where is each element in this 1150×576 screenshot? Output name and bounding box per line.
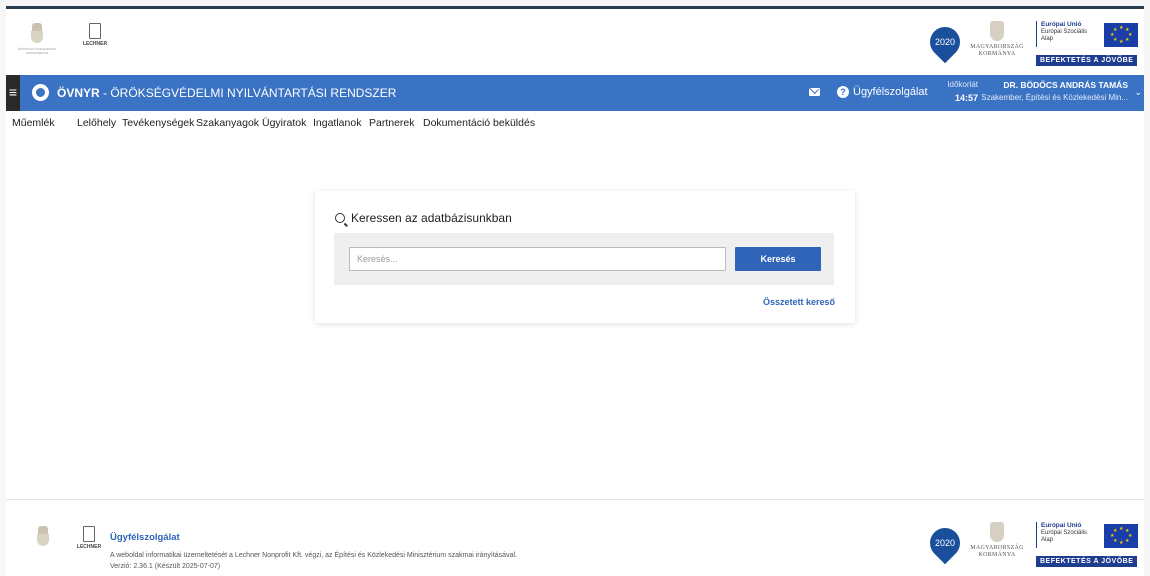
footer-version: Verzió: 2.36.1 (Készült 2025-07-07) bbox=[110, 563, 221, 570]
program-2020-text: 2020 bbox=[934, 37, 956, 47]
ministry-caption: ÉPÍTÉSI ÉS KÖZLEKEDÉSI MINISZTÉRIUM bbox=[17, 47, 56, 55]
footer-eu-fund-1: Európai Szociális bbox=[1041, 530, 1088, 536]
footer-invest-badge: BEFEKTETÉS A JÖVŐBE bbox=[1036, 556, 1138, 567]
nav-item-muemlek[interactable]: Műemlék bbox=[12, 117, 55, 129]
nav-item-partnerek[interactable]: Partnerek bbox=[369, 117, 415, 129]
footer-eu-text-block: Európai Unió Európai Szociális Alap bbox=[1036, 522, 1087, 548]
footer-lechner-text: LECHNER bbox=[76, 544, 102, 550]
ministry-crest-icon bbox=[30, 23, 44, 45]
app-frame: ÉPÍTÉSI ÉS KÖZLEKEDÉSI MINISZTÉRIUM LECH… bbox=[6, 6, 1144, 576]
user-menu[interactable]: DR. BÖDŐCS ANDRÁS TAMÁS Szakember, Építé… bbox=[968, 80, 1128, 102]
government-line-2: KORMÁNYA bbox=[978, 51, 1016, 57]
lechner-doc-icon bbox=[89, 23, 101, 39]
mail-icon[interactable] bbox=[809, 88, 820, 96]
nav-item-tevekenysegek[interactable]: Tevékenységek bbox=[122, 117, 194, 129]
eu-fund-2: Alap bbox=[1041, 36, 1054, 42]
search-icon bbox=[335, 213, 345, 223]
hungary-crest-icon bbox=[990, 21, 1004, 41]
footer-support-title[interactable]: Ügyfélszolgálat bbox=[110, 532, 180, 543]
footer-ministry-crest-icon bbox=[36, 526, 50, 548]
footer-lechner-logo: LECHNER bbox=[69, 526, 109, 550]
search-button[interactable]: Keresés bbox=[735, 247, 821, 271]
logo-bar: ÉPÍTÉSI ÉS KÖZLEKEDÉSI MINISZTÉRIUM LECH… bbox=[6, 9, 1144, 75]
menu-icon[interactable]: ≡ bbox=[6, 75, 20, 111]
app-header: ≡ ÖVNYR - ÖRÖKSÉGVÉDELMI NYILVÁNTARTÁSI … bbox=[6, 75, 1144, 111]
app-title[interactable]: ÖVNYR - ÖRÖKSÉGVÉDELMI NYILVÁNTARTÁSI RE… bbox=[57, 86, 396, 100]
search-card-title: Keressen az adatbázisunkban bbox=[335, 211, 512, 225]
nav-item-dokumentacio[interactable]: Dokumentáció beküldés bbox=[423, 117, 535, 129]
search-input[interactable] bbox=[349, 247, 726, 271]
footer-lechner-doc-icon bbox=[83, 526, 95, 542]
support-link[interactable]: Ügyfélszolgálat bbox=[853, 86, 928, 98]
footer-program-2020-text: 2020 bbox=[934, 538, 956, 548]
nav-item-ingatlanok[interactable]: Ingatlanok bbox=[313, 117, 361, 129]
footer-hungary-crest-icon bbox=[990, 522, 1004, 542]
eu-text-block: Európai Unió Európai Szociális Alap bbox=[1036, 21, 1087, 47]
government-logo: MAGYARORSZÁG KORMÁNYA bbox=[969, 21, 1025, 58]
user-role: Szakember, Építési és Közlekedési Min... bbox=[981, 93, 1128, 102]
eu-flag-icon: ★ ★ ★ ★ ★ ★ ★ ★ bbox=[1104, 23, 1138, 47]
nav-item-szakanyagok[interactable]: Szakanyagok bbox=[196, 117, 259, 129]
help-icon[interactable]: ? bbox=[837, 86, 849, 98]
footer-government-logo: MAGYARORSZÁG KORMÁNYA bbox=[969, 522, 1025, 559]
government-line-1: MAGYARORSZÁG bbox=[970, 44, 1024, 50]
footer-eu-fund-2: Alap bbox=[1041, 537, 1054, 543]
footer-description: A weboldal informatikai üzemeltetését a … bbox=[110, 552, 517, 559]
footer-government-line-1: MAGYARORSZÁG bbox=[970, 545, 1024, 551]
main-nav: Műemlék Lelőhely Tevékenységek Szakanyag… bbox=[6, 111, 1144, 134]
nav-item-ugyiratok[interactable]: Ügyiratok bbox=[262, 117, 306, 129]
chevron-down-icon[interactable]: ⌄ bbox=[1134, 87, 1142, 98]
advanced-search-link[interactable]: Összetett kereső bbox=[763, 297, 835, 307]
eu-title: Európai Unió bbox=[1041, 21, 1082, 28]
footer: LECHNER Ügyfélszolgálat A weboldal infor… bbox=[6, 499, 1144, 576]
footer-eu-title: Európai Unió bbox=[1041, 522, 1082, 529]
eu-fund-1: Európai Szociális bbox=[1041, 29, 1088, 35]
footer-government-line-2: KORMÁNYA bbox=[978, 552, 1016, 558]
search-box: Keresés bbox=[334, 233, 834, 285]
lechner-text: LECHNER bbox=[82, 41, 108, 47]
lechner-logo: LECHNER bbox=[75, 23, 115, 47]
footer-eu-flag-icon: ★ ★ ★ ★ ★ ★ ★ ★ bbox=[1104, 524, 1138, 548]
invest-badge: BEFEKTETÉS A JÖVŐBE bbox=[1036, 55, 1138, 66]
app-logo-icon[interactable] bbox=[32, 84, 49, 101]
search-card: Keressen az adatbázisunkban Keresés Össz… bbox=[315, 191, 855, 323]
user-name: DR. BÖDŐCS ANDRÁS TAMÁS bbox=[1003, 80, 1128, 90]
